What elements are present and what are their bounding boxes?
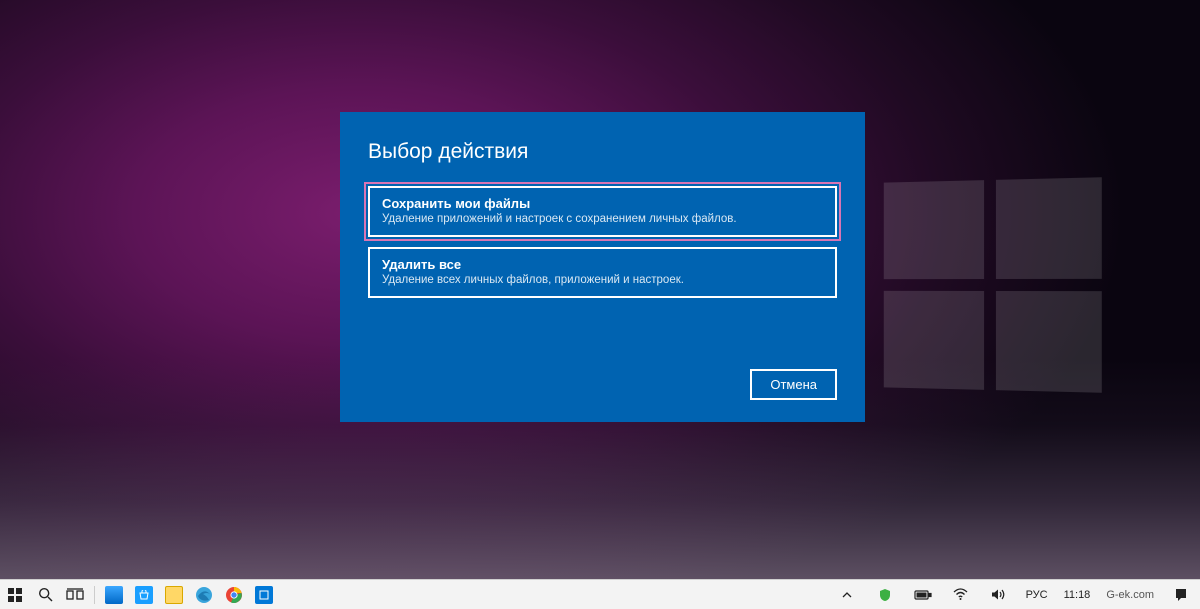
taskbar-app-store[interactable] [129,580,159,609]
tray-language[interactable]: РУС [1022,589,1052,601]
tray-volume-icon[interactable] [984,580,1014,609]
option-remove-all[interactable]: Удалить все Удаление всех личных файлов,… [368,247,837,298]
taskbar-separator [94,586,95,604]
reset-options-dialog: Выбор действия Сохранить мои файлы Удале… [340,112,865,422]
tray-wifi-icon[interactable] [946,580,976,609]
option-keep-files-title: Сохранить мои файлы [382,196,823,211]
option-keep-files-desc: Удаление приложений и настроек с сохране… [382,213,823,225]
option-keep-files[interactable]: Сохранить мои файлы Удаление приложений … [368,186,837,237]
tray-security-icon[interactable] [870,580,900,609]
taskbar-app-explorer[interactable] [159,580,189,609]
option-remove-all-desc: Удаление всех личных файлов, приложений … [382,274,823,286]
start-button[interactable] [0,580,30,609]
tray-clock[interactable]: 11:18 [1060,589,1095,601]
dialog-title: Выбор действия [368,140,837,164]
tray-notifications-icon[interactable] [1166,580,1196,609]
taskbar-app-chrome[interactable] [219,580,249,609]
task-view-button[interactable] [60,580,90,609]
watermark-text: G-ek.com [1102,589,1158,601]
option-remove-all-title: Удалить все [382,257,823,272]
taskbar-app-mail[interactable] [99,580,129,609]
taskbar-app-edge[interactable] [189,580,219,609]
tray-battery-icon[interactable] [908,580,938,609]
taskbar: РУС 11:18 G-ek.com [0,579,1200,609]
search-button[interactable] [30,580,60,609]
taskbar-app-settings[interactable] [249,580,279,609]
windows-logo-watermark [884,177,1102,392]
tray-overflow-button[interactable] [832,580,862,609]
cancel-button[interactable]: Отмена [750,369,837,400]
